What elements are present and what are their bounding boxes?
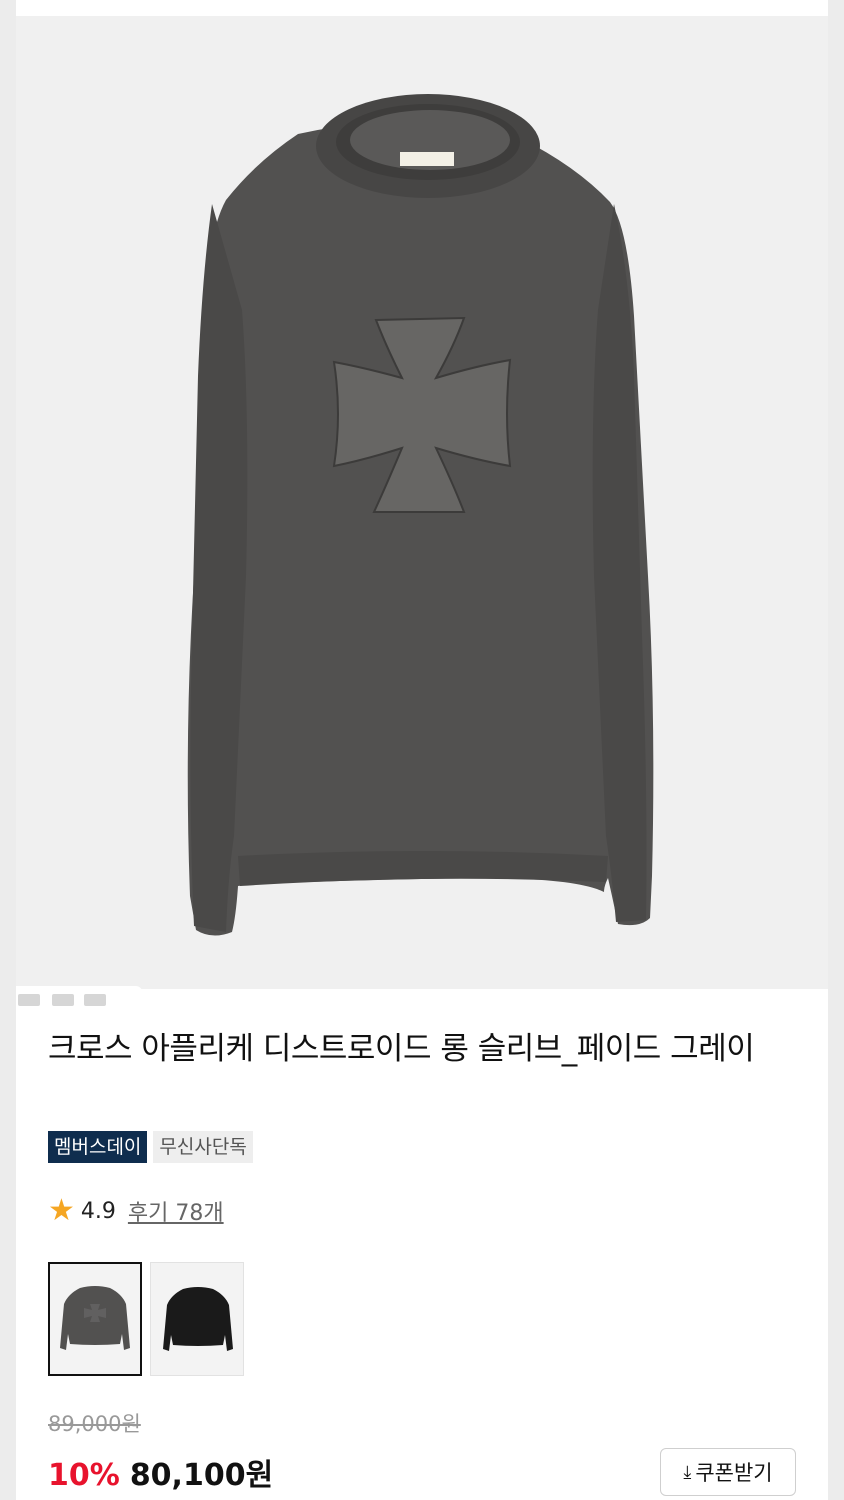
- rating: ★ 4.9 후기 78개: [48, 1194, 224, 1228]
- coupon-download-button[interactable]: ⤓ 쿠폰받기: [660, 1448, 796, 1496]
- color-variants: [48, 1262, 244, 1376]
- star-icon: ★: [48, 1193, 75, 1228]
- price-row: 10% 80,100원: [48, 1450, 273, 1494]
- thumbnail-1[interactable]: [18, 994, 40, 1006]
- variant-black[interactable]: [150, 1262, 244, 1376]
- product-title: 크로스 아플리케 디스트로이드 롱 슬리브_페이드 그레이: [48, 1031, 755, 1067]
- coupon-label: 쿠폰받기: [695, 1461, 773, 1485]
- product-info: 크로스 아플리케 디스트로이드 롱 슬리브_페이드 그레이 멤버스데이 무신사단…: [16, 1006, 828, 1500]
- sweatshirt-image: [187, 94, 654, 936]
- product-main-image[interactable]: [16, 16, 828, 1006]
- gray-sweatshirt-thumbnail: [60, 1286, 130, 1350]
- black-sweatshirt-thumbnail: [163, 1287, 233, 1351]
- rating-score: 4.9: [80, 1198, 116, 1224]
- discount-rate: 10%: [48, 1458, 120, 1493]
- download-icon: ⤓: [683, 1461, 692, 1483]
- badge-row: 멤버스데이 무신사단독: [48, 1131, 253, 1163]
- reviews-link[interactable]: 후기 78개: [128, 1195, 224, 1227]
- product-page: 크로스 아플리케 디스트로이드 롱 슬리브_페이드 그레이 멤버스데이 무신사단…: [16, 0, 828, 1500]
- original-price: 89,000원: [48, 1412, 141, 1436]
- thumbnail-2[interactable]: [52, 994, 74, 1006]
- exclusive-badge: 무신사단독: [153, 1131, 253, 1163]
- image-thumbnail-strip[interactable]: [16, 986, 142, 1006]
- variant-faded-gray[interactable]: [48, 1262, 142, 1376]
- members-day-badge: 멤버스데이: [48, 1131, 148, 1163]
- sale-price: 80,100원: [129, 1458, 274, 1493]
- thumbnail-3[interactable]: [84, 994, 106, 1006]
